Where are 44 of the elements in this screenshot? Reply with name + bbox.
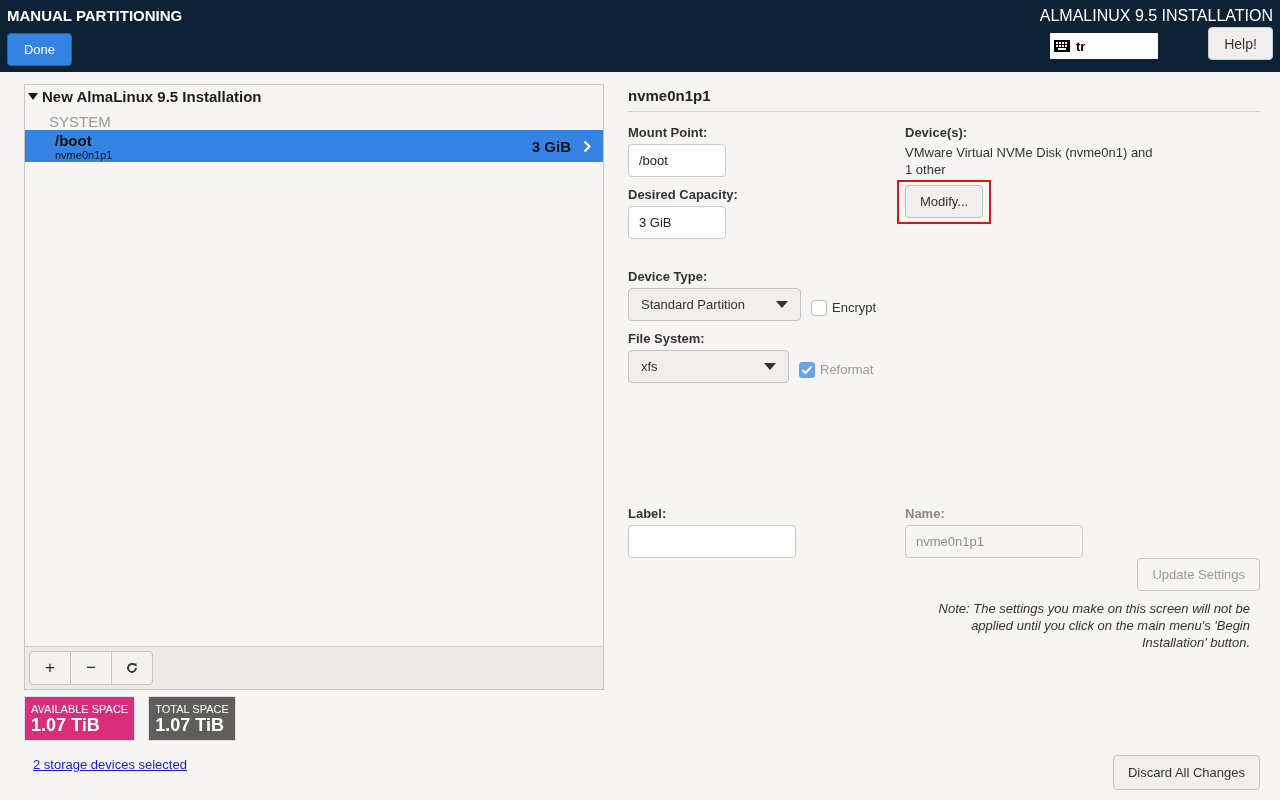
keyboard-icon xyxy=(1054,40,1070,52)
field-label: Desired Capacity: xyxy=(628,187,738,202)
installation-tree-node[interactable]: New AlmaLinux 9.5 Installation xyxy=(25,85,603,108)
device-type-dropdown[interactable]: Standard Partition xyxy=(628,288,801,321)
remove-button[interactable]: − xyxy=(70,651,112,685)
discard-changes-button[interactable]: Discard All Changes xyxy=(1112,755,1260,790)
field-label: File System: xyxy=(628,331,706,346)
done-button[interactable]: Done xyxy=(7,33,72,66)
file-system-dropdown[interactable]: xfs xyxy=(628,350,789,383)
dropdown-arrow-icon xyxy=(776,301,788,308)
chevron-right-icon xyxy=(583,140,591,153)
space-value: 1.07 TiB xyxy=(31,715,101,736)
mount-point-name: /boot xyxy=(55,132,93,149)
partition-heading: nvme0n1p1 xyxy=(628,84,1260,112)
mount-point-field[interactable]: /boot xyxy=(628,144,726,177)
field-label: Device Type: xyxy=(628,269,709,284)
refresh-icon xyxy=(126,662,138,674)
field-label: Label: xyxy=(628,506,667,521)
modify-button[interactable]: Modify... xyxy=(905,185,984,218)
partition-size: 3 GiB xyxy=(531,138,571,155)
field-label: Mount Point: xyxy=(628,125,708,140)
device-name: nvme0n1p1 xyxy=(55,149,114,161)
settings-note: Note: The settings you make on this screen will not be applied until you click on the main menu's 'Begin Installation' button. xyxy=(937,600,1250,651)
group-heading: SYSTEM xyxy=(48,112,112,130)
space-label: AVAILABLE SPACE xyxy=(31,703,129,715)
field-label: Name: xyxy=(905,506,945,521)
space-label: TOTAL SPACE xyxy=(155,703,229,715)
keyboard-layout-indicator[interactable]: tr xyxy=(1050,33,1158,59)
label-field[interactable] xyxy=(628,525,796,558)
capacity-field[interactable]: 3 GiB xyxy=(628,206,726,239)
refresh-button[interactable] xyxy=(111,651,153,685)
installation-title: New AlmaLinux 9.5 Installation xyxy=(42,88,262,105)
encrypt-checkbox[interactable]: Encrypt xyxy=(811,299,877,316)
add-button[interactable]: + xyxy=(29,651,71,685)
field-label: Device(s): xyxy=(905,125,968,140)
partition-row[interactable]: /boot nvme0n1p1 3 GiB xyxy=(25,130,603,162)
product-title: ALMALINUX 9.5 INSTALLATION xyxy=(1039,7,1273,25)
help-button[interactable]: Help! xyxy=(1208,27,1273,60)
dropdown-arrow-icon xyxy=(764,363,776,370)
keyboard-layout-label: tr xyxy=(1076,38,1086,54)
devices-description: VMware Virtual NVMe Disk (nvme0n1) and 1 other xyxy=(905,144,1154,178)
space-value: 1.07 TiB xyxy=(155,715,225,736)
page-title: MANUAL PARTITIONING xyxy=(7,7,183,24)
storage-devices-link[interactable]: 2 storage devices selected xyxy=(33,757,187,772)
